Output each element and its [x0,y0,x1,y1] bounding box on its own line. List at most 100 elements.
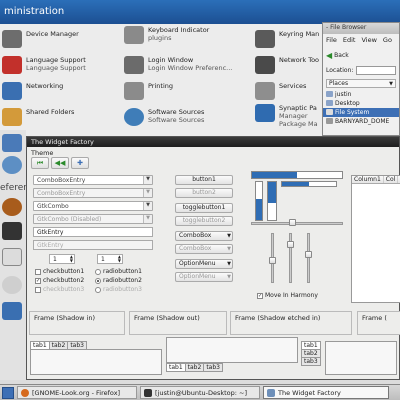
taskbar-item-terminal[interactable]: [justin@Ubuntu-Desktop: ~] [140,386,260,399]
chevron-down-icon: ▼ [143,202,152,210]
go-back-button[interactable]: ◀◀ [51,157,69,169]
tree-header: Column1 Col [352,176,400,184]
checkbutton-2[interactable]: ✓ checkbutton2 [35,277,84,284]
combobox-label: ComboBox [179,232,212,239]
tab-3[interactable]: tab3 [203,363,223,372]
move-in-harmony-check[interactable]: ✓ Move In Harmony [257,292,318,299]
checkmark-icon: ✓ [257,292,263,299]
admin-item-networking[interactable]: Networking [2,82,63,100]
disk-icon [326,118,333,124]
admin-item-services[interactable]: Services [255,82,306,100]
keyboard-icon[interactable] [2,248,22,266]
list-item[interactable]: File System [323,108,399,117]
gtkcombo[interactable]: GtkCombo ▼ [33,201,153,211]
combobox-2-disabled: ComboBox ▼ [175,244,233,254]
chevron-down-icon: ▼ [227,261,231,267]
optionmenu-1[interactable]: OptionMenu ▼ [175,259,233,269]
menu-edit[interactable]: Edit [343,36,356,44]
mouse-icon[interactable] [2,276,22,294]
go-first-button[interactable]: ⏮ [31,157,49,169]
menu-theme[interactable]: Theme [31,149,53,157]
combo-value: ComboBoxEntry [37,177,86,184]
column-header[interactable]: Col [384,176,399,183]
vscale-1-knob[interactable] [269,257,276,264]
vscale-2-knob[interactable] [287,241,294,248]
keyboard-layout-icon[interactable] [2,222,22,240]
menu-view[interactable]: View [361,36,376,44]
places-selector[interactable]: Places ▼ [326,79,396,88]
terminal-icon [144,388,152,397]
software-sources-icon [124,108,144,126]
combo-value: GtkCombo (Disabled) [37,216,102,223]
admin-item-label: Login Window [148,56,194,64]
add-button[interactable]: ✚ [71,157,89,169]
search-icon[interactable] [2,134,22,152]
admin-item-label: Shared Folders [26,108,75,116]
taskbar-item-firefox[interactable]: [GNOME-Look.org - Firefox] [17,386,137,399]
column-header[interactable]: Column1 [352,176,384,183]
folder-icon [2,108,22,126]
desktop-icon [326,100,333,106]
tree-view[interactable]: Column1 Col [351,175,400,303]
taskbar-item-widget-factory[interactable]: The Widget Factory [263,386,389,399]
admin-item-shared-folders[interactable]: Shared Folders [2,108,74,126]
admin-item-device-manager[interactable]: Device Manager [2,30,79,48]
location-field[interactable] [356,66,396,75]
list-item[interactable]: justin [323,90,399,99]
combobox-1[interactable]: ComboBox ▼ [175,231,233,241]
frame-shadow-etched-in: Frame (Shadow etched in) [230,311,352,335]
preferences-label: eferen [0,183,29,193]
tab-2[interactable]: tab2 [184,363,205,372]
task-label: [GNOME-Look.org - Firefox] [32,388,121,397]
list-item[interactable]: Desktop [323,99,399,108]
radiobutton-2[interactable]: radiobutton2 [95,277,142,284]
radiobutton-1[interactable]: radiobutton1 [95,268,142,275]
admin-item-synaptic[interactable]: Synaptic Pa Manager Package Ma [255,104,318,128]
menu-go[interactable]: Go [383,36,392,44]
list-item[interactable]: BARNYARD_DOME [323,117,399,126]
user-icon[interactable] [2,198,22,216]
back-button[interactable]: ◀ Back [326,51,349,60]
admin-item-printing[interactable]: Printing [124,82,173,100]
admin-item-label: Services [279,82,307,90]
chevron-down-icon: ▼ [227,233,231,239]
radiobutton-3-disabled: radiobutton3 [95,286,142,293]
admin-item-language-support[interactable]: Language Support Language Support [2,56,86,74]
admin-item-software-sources[interactable]: Software Sources Software Sources [124,108,204,126]
admin-item-label: Software Sources [148,108,205,116]
admin-item-login-window[interactable]: Login Window Login Window Preferenc... [124,56,232,74]
frame-label: Frame (Shadow out) [134,314,200,322]
admin-item-network-tools[interactable]: Network Too [255,56,319,74]
spinbutton-1[interactable]: 1 ▲ ▼ [49,254,75,264]
hscale-track[interactable] [251,222,343,225]
chevron-down-icon: ▼ [143,176,152,184]
tab-3[interactable]: tab3 [301,357,321,366]
togglebutton-1[interactable]: togglebutton1 [175,203,233,213]
admin-item-sub: Software Sources [148,116,205,124]
show-desktop-button[interactable] [2,386,14,399]
admin-item-keyring-manager[interactable]: Keyring Man [255,30,319,48]
network-proxy-icon[interactable] [2,302,22,320]
list-item-label: File System [335,109,370,116]
skip-back-icon: ⏮ [36,158,44,167]
radio-label: radiobutton3 [103,286,142,293]
combo-value: GtkCombo [37,203,69,210]
keyring-icon [255,30,275,48]
chevron-down-icon: ▼ [227,274,231,280]
network-icon[interactable] [2,156,22,174]
spinbutton-2[interactable]: 1 ▲ ▼ [97,254,123,264]
comboboxentry-1[interactable]: ComboBoxEntry ▼ [33,175,153,185]
checkbutton-1[interactable]: checkbutton1 [35,268,84,275]
admin-item-label: Language Support [26,56,86,64]
gtkentry[interactable]: GtkEntry [33,227,153,237]
hscale-knob[interactable] [289,219,296,226]
vscale-3-track[interactable] [307,233,310,283]
admin-item-label: Device Manager [26,30,79,38]
admin-item-keyboard-indicator[interactable]: Keyboard Indicator plugins [124,26,209,44]
menu-file[interactable]: File [326,36,337,44]
device-manager-icon [2,30,22,48]
vscale-3-knob[interactable] [305,251,312,258]
checkbox-icon [35,268,41,275]
tab-1[interactable]: tab1 [166,363,186,372]
button-1[interactable]: button1 [175,175,233,185]
